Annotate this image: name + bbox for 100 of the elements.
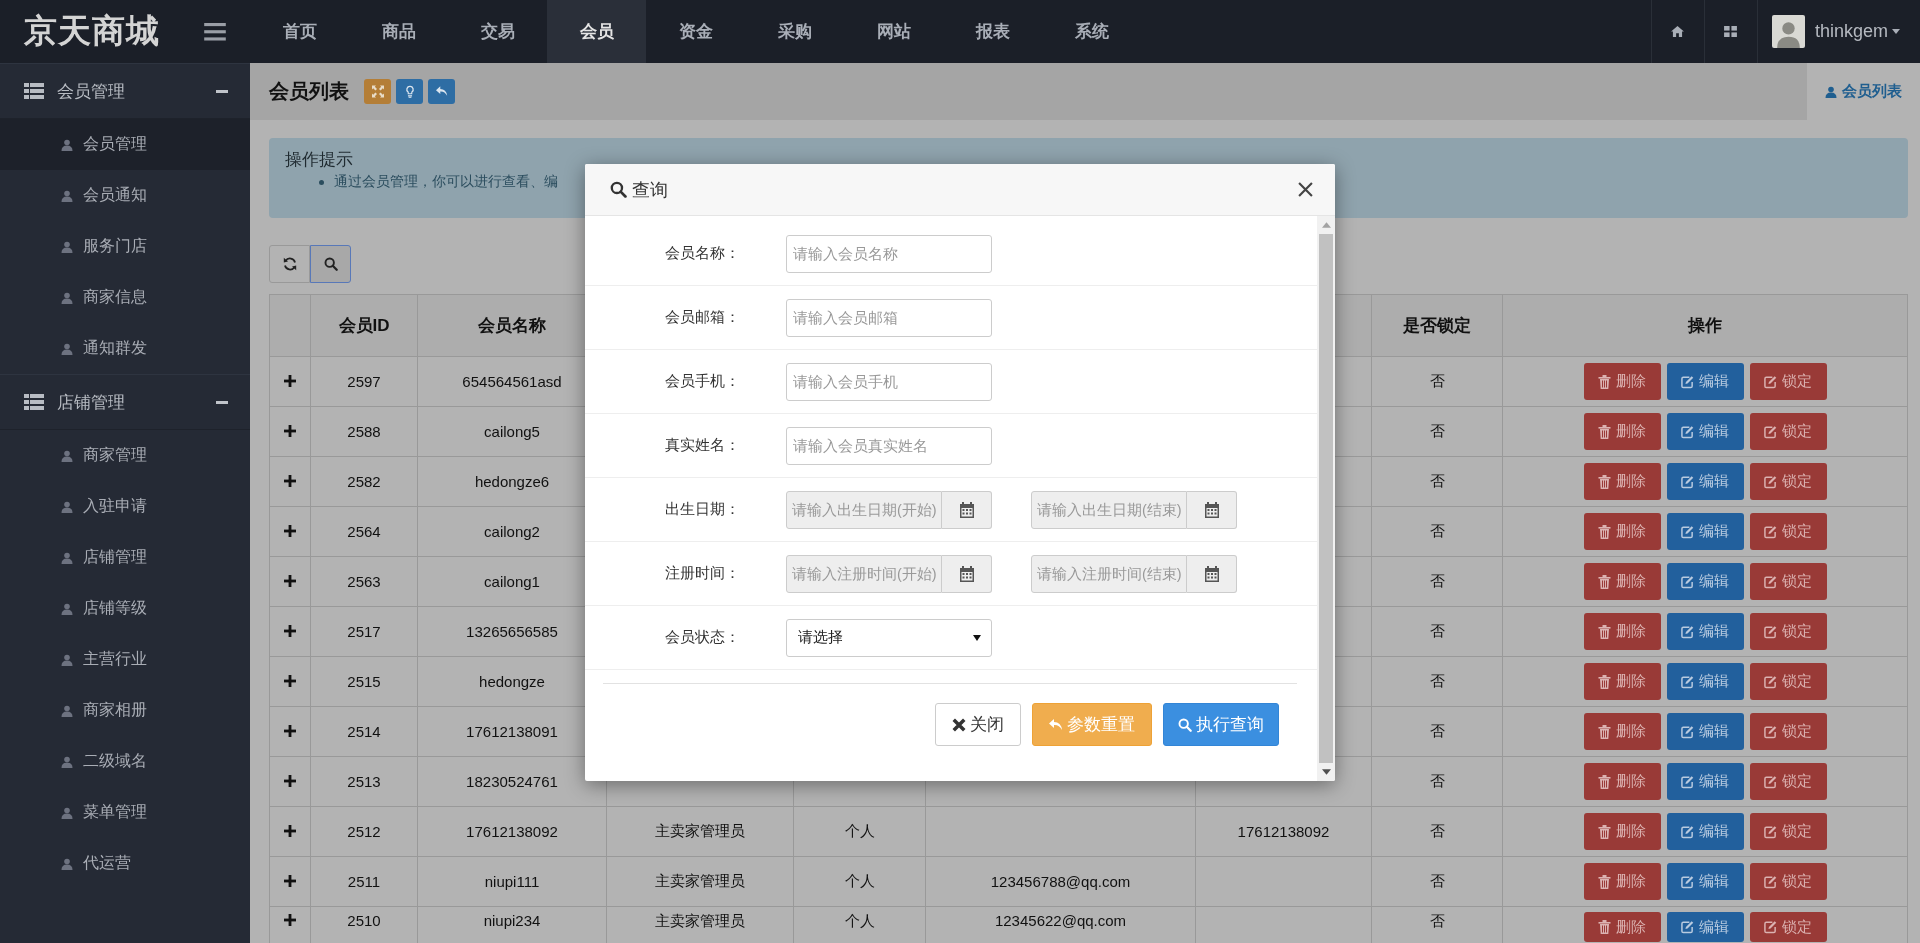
edit-button[interactable]: 编辑 [1666, 713, 1744, 750]
calendar-button[interactable] [942, 490, 992, 529]
sidebar-item[interactable]: 二级域名 [0, 736, 250, 787]
expand-plus-icon[interactable] [284, 475, 296, 487]
avatar[interactable] [1771, 15, 1805, 48]
calendar-button[interactable] [942, 554, 992, 593]
scroll-down-icon[interactable] [1321, 769, 1331, 775]
sidebar-item[interactable]: 商家信息 [0, 272, 250, 323]
nav-tab[interactable]: 采购 [745, 0, 844, 63]
input-field[interactable]: 请输入会员真实姓名 [786, 426, 992, 465]
nav-tab[interactable]: 报表 [943, 0, 1042, 63]
grid-icon[interactable] [1724, 26, 1738, 37]
nav-tab[interactable]: 首页 [250, 0, 349, 63]
nav-tab[interactable]: 商品 [349, 0, 448, 63]
calendar-button[interactable] [1187, 554, 1237, 593]
delete-button[interactable]: 删除 [1583, 563, 1661, 600]
input-field[interactable]: 请输入会员邮箱 [786, 298, 992, 337]
close-icon[interactable] [1298, 182, 1313, 197]
expand-plus-icon[interactable] [284, 575, 296, 587]
lock-button[interactable]: 锁定 [1749, 863, 1827, 900]
sidebar-item[interactable]: 服务门店 [0, 221, 250, 272]
edit-button[interactable]: 编辑 [1666, 413, 1744, 450]
back-button[interactable] [428, 79, 455, 104]
delete-button[interactable]: 删除 [1583, 713, 1661, 750]
expand-plus-icon[interactable] [284, 825, 296, 837]
lock-button[interactable]: 锁定 [1749, 613, 1827, 650]
menu-icon[interactable] [204, 22, 226, 41]
close-button[interactable]: 关闭 [935, 703, 1021, 746]
lock-button[interactable]: 锁定 [1749, 813, 1827, 850]
nav-tab[interactable]: 系统 [1042, 0, 1141, 63]
delete-button[interactable]: 删除 [1583, 663, 1661, 700]
sidebar-item[interactable]: 主营行业 [0, 634, 250, 685]
edit-button[interactable]: 编辑 [1666, 863, 1744, 900]
delete-button[interactable]: 删除 [1583, 363, 1661, 400]
expand-plus-icon[interactable] [284, 914, 296, 926]
refresh-button[interactable] [269, 245, 310, 283]
nav-tab[interactable]: 网站 [844, 0, 943, 63]
lock-button[interactable]: 锁定 [1749, 713, 1827, 750]
nav-tab[interactable]: 交易 [448, 0, 547, 63]
delete-button[interactable]: 删除 [1583, 863, 1661, 900]
sidebar-item[interactable]: 会员管理 [0, 119, 250, 170]
delete-button[interactable]: 删除 [1583, 463, 1661, 500]
nav-tab[interactable]: 会员 [547, 0, 646, 63]
sidebar-item[interactable]: 店铺管理 [0, 532, 250, 583]
expand-plus-icon[interactable] [284, 525, 296, 537]
lock-button[interactable]: 锁定 [1749, 763, 1827, 800]
user-name[interactable]: thinkgem [1814, 21, 1888, 42]
expand-plus-icon[interactable] [284, 875, 296, 887]
expand-plus-icon[interactable] [284, 425, 296, 437]
lock-button[interactable]: 锁定 [1749, 463, 1827, 500]
edit-button[interactable]: 编辑 [1666, 912, 1744, 942]
edit-button[interactable]: 编辑 [1666, 763, 1744, 800]
lock-button[interactable]: 锁定 [1749, 912, 1827, 942]
date-field[interactable]: 请输入出生日期(结束) [1031, 490, 1187, 529]
sidebar-item[interactable]: 通知群发 [0, 323, 250, 374]
sidebar-item[interactable]: 会员通知 [0, 170, 250, 221]
lock-button[interactable]: 锁定 [1749, 413, 1827, 450]
lock-button[interactable]: 锁定 [1749, 663, 1827, 700]
expand-plus-icon[interactable] [284, 725, 296, 737]
tip-button[interactable] [396, 79, 423, 104]
input-field[interactable]: 请输入会员名称 [786, 234, 992, 273]
edit-button[interactable]: 编辑 [1666, 813, 1744, 850]
nav-tab[interactable]: 资金 [646, 0, 745, 63]
lock-button[interactable]: 锁定 [1749, 363, 1827, 400]
input-field[interactable]: 请输入会员手机 [786, 362, 992, 401]
edit-button[interactable]: 编辑 [1666, 563, 1744, 600]
edit-button[interactable]: 编辑 [1666, 363, 1744, 400]
delete-button[interactable]: 删除 [1583, 763, 1661, 800]
calendar-button[interactable] [1187, 490, 1237, 529]
status-select[interactable]: 请选择 [786, 618, 992, 657]
sidebar-item[interactable]: 店铺等级 [0, 583, 250, 634]
sidebar-item[interactable]: 菜单管理 [0, 787, 250, 838]
delete-button[interactable]: 删除 [1583, 813, 1661, 850]
delete-button[interactable]: 删除 [1583, 413, 1661, 450]
caret-icon[interactable] [1892, 29, 1900, 34]
edit-button[interactable]: 编辑 [1666, 613, 1744, 650]
home-icon[interactable] [1671, 26, 1685, 37]
sidebar-item[interactable]: 入驻申请 [0, 481, 250, 532]
search-button[interactable]: 执行查询 [1163, 703, 1279, 746]
delete-button[interactable]: 删除 [1583, 613, 1661, 650]
expand-plus-icon[interactable] [284, 675, 296, 687]
expand-plus-icon[interactable] [284, 375, 296, 387]
sidebar-item[interactable]: 商家管理 [0, 430, 250, 481]
edit-button[interactable]: 编辑 [1666, 513, 1744, 550]
lock-button[interactable]: 锁定 [1749, 563, 1827, 600]
sidebar-group[interactable]: 店铺管理 [0, 374, 250, 430]
sidebar-item[interactable]: 代运营 [0, 838, 250, 889]
date-field[interactable]: 请输入出生日期(开始) [786, 490, 942, 529]
fullscreen-button[interactable] [364, 79, 391, 104]
edit-button[interactable]: 编辑 [1666, 663, 1744, 700]
sidebar-item[interactable]: 商家相册 [0, 685, 250, 736]
search-button[interactable] [310, 245, 351, 283]
edit-button[interactable]: 编辑 [1666, 463, 1744, 500]
delete-button[interactable]: 删除 [1583, 912, 1661, 942]
expand-plus-icon[interactable] [284, 625, 296, 637]
date-field[interactable]: 请输入注册时间(结束) [1031, 554, 1187, 593]
expand-plus-icon[interactable] [284, 775, 296, 787]
delete-button[interactable]: 删除 [1583, 513, 1661, 550]
lock-button[interactable]: 锁定 [1749, 513, 1827, 550]
scrollbar[interactable] [1317, 216, 1335, 781]
